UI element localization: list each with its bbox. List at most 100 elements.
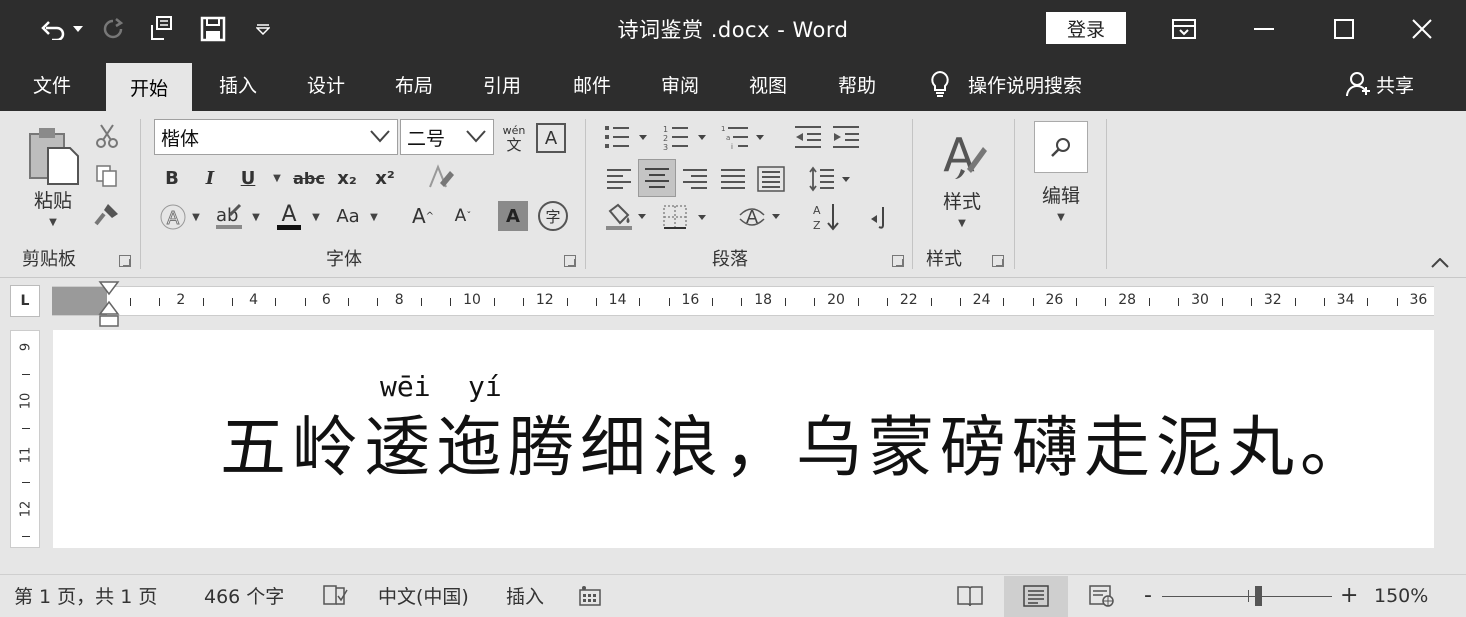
subscript-button[interactable]: x₂ — [332, 163, 362, 193]
zoom-out-button[interactable]: - — [1144, 574, 1152, 617]
pinyin-annotation: wēi — [380, 370, 431, 403]
web-layout-icon[interactable] — [1088, 574, 1116, 617]
underline-button[interactable]: U — [234, 163, 262, 193]
proofing-icon[interactable] — [322, 574, 348, 617]
highlight-icon[interactable]: ab — [212, 199, 246, 233]
editing-button[interactable]: 编辑 ▼ — [1032, 121, 1090, 237]
macro-record-icon[interactable] — [578, 574, 602, 617]
change-case-button[interactable]: Aa — [330, 199, 366, 233]
print-layout-icon[interactable] — [1022, 574, 1050, 617]
underline-dropdown-icon[interactable]: ▼ — [264, 163, 286, 193]
read-mode-icon[interactable] — [956, 574, 984, 617]
tell-me-search[interactable]: 操作说明搜索 — [930, 57, 1082, 111]
align-center-icon[interactable] — [638, 159, 676, 197]
ruler-number: 34 — [1336, 292, 1355, 308]
minimize-icon[interactable] — [1244, 12, 1284, 46]
tab-home[interactable]: 开始 — [106, 63, 192, 111]
tab-view[interactable]: 视图 — [726, 57, 810, 111]
collapse-ribbon-icon[interactable] — [1426, 251, 1454, 275]
font-name-combo[interactable]: 楷体 — [154, 119, 398, 155]
maximize-icon[interactable] — [1324, 12, 1364, 46]
ruler-tick — [1178, 298, 1180, 306]
show-formatting-marks-icon[interactable] — [864, 201, 894, 233]
tab-review[interactable]: 审阅 — [638, 57, 722, 111]
styles-button[interactable]: A 样式 ▼ — [930, 121, 994, 237]
share-button[interactable]: 共享 — [1346, 57, 1414, 111]
phonetic-guide-button[interactable]: wén 文 — [498, 121, 530, 155]
sort-icon[interactable]: AZ — [808, 199, 844, 235]
insert-mode-status[interactable]: 插入 — [506, 574, 544, 617]
font-color-icon[interactable]: A — [272, 199, 306, 233]
distributed-icon[interactable] — [754, 161, 788, 197]
ruler-tick — [1032, 298, 1034, 306]
styles-launcher-icon[interactable] — [992, 255, 1004, 267]
tab-insert[interactable]: 插入 — [196, 57, 280, 111]
ruler-tick — [1367, 298, 1369, 306]
ruler-tick — [1105, 298, 1107, 306]
ruler-tick — [158, 298, 160, 306]
tab-help[interactable]: 帮助 — [815, 57, 899, 111]
copy-icon[interactable] — [92, 161, 122, 191]
page-info[interactable]: 第 1 页，共 1 页 — [14, 574, 157, 617]
language-status[interactable]: 中文(中国) — [378, 574, 469, 617]
superscript-button[interactable]: x² — [370, 163, 400, 193]
highlight-dropdown-icon[interactable]: ▼ — [248, 201, 264, 233]
font-size-combo[interactable]: 二号 — [400, 119, 494, 155]
increase-indent-icon[interactable] — [830, 121, 862, 153]
decrease-indent-icon[interactable] — [792, 121, 824, 153]
document-text[interactable]: 五岭逶迤腾细浪，乌蒙磅礴走泥丸。 — [220, 408, 1372, 488]
vertical-ruler[interactable]: 9 10 11 12 — [10, 330, 40, 548]
clipboard-launcher-icon[interactable] — [119, 255, 131, 267]
shrink-font-button[interactable]: Aˇ — [448, 199, 478, 233]
clear-formatting-icon[interactable] — [424, 161, 456, 193]
tab-design[interactable]: 设计 — [284, 57, 368, 111]
text-effects-icon[interactable]: A — [158, 201, 188, 233]
bullets-icon[interactable] — [602, 121, 654, 153]
align-left-icon[interactable] — [602, 161, 636, 197]
tab-references[interactable]: 引用 — [460, 57, 544, 111]
bold-button[interactable]: B — [158, 163, 186, 193]
change-case-dropdown-icon[interactable]: ▼ — [366, 201, 382, 233]
zoom-slider-thumb[interactable] — [1254, 586, 1262, 606]
align-right-icon[interactable] — [678, 161, 712, 197]
tab-file[interactable]: 文件 — [10, 57, 94, 111]
grow-font-button[interactable]: A ^ — [408, 199, 438, 233]
char-border-button[interactable]: A — [536, 123, 566, 153]
vertical-ruler-number: 11 — [18, 446, 34, 464]
char-shading-button[interactable]: A — [498, 201, 528, 231]
login-button[interactable]: 登录 — [1046, 12, 1126, 44]
text-effects-dropdown-icon[interactable]: ▼ — [188, 201, 204, 233]
font-launcher-icon[interactable] — [564, 255, 576, 267]
justify-icon[interactable] — [716, 161, 750, 197]
zoom-in-button[interactable]: + — [1340, 574, 1358, 617]
font-color-dropdown-icon[interactable]: ▼ — [308, 201, 324, 233]
tab-selector-button[interactable]: L — [10, 285, 40, 317]
italic-button[interactable]: I — [196, 163, 224, 193]
enclose-char-button[interactable]: 字 — [538, 201, 568, 231]
strikethrough-button[interactable]: abc — [290, 163, 328, 193]
format-painter-icon[interactable] — [92, 199, 122, 229]
ribbon-display-options-icon[interactable] — [1164, 12, 1204, 46]
svg-text:2: 2 — [663, 134, 668, 143]
indent-markers-icon[interactable] — [98, 280, 120, 330]
shading-icon[interactable] — [602, 201, 652, 233]
svg-text:A: A — [281, 202, 296, 227]
asian-layout-icon[interactable]: A — [736, 201, 786, 233]
zoom-level[interactable]: 150% — [1374, 574, 1428, 617]
ruler-number: 8 — [394, 292, 404, 308]
ruler-tick — [741, 298, 743, 306]
paragraph-launcher-icon[interactable] — [892, 255, 904, 267]
zoom-slider[interactable] — [1162, 596, 1332, 597]
lightbulb-icon — [930, 70, 950, 98]
borders-icon[interactable] — [660, 201, 714, 233]
numbering-icon[interactable]: 123 — [660, 121, 714, 153]
tab-layout[interactable]: 布局 — [372, 57, 456, 111]
cut-icon[interactable] — [92, 121, 122, 151]
word-count[interactable]: 466 个字 — [204, 574, 284, 617]
horizontal-ruler[interactable]: 2 4 6 8 10 12 14 16 18 20 22 24 26 28 30 32 34 36 — [52, 286, 1434, 316]
close-icon[interactable] — [1402, 12, 1442, 46]
paste-button[interactable]: 粘贴 ▼ — [24, 121, 82, 233]
line-spacing-icon[interactable] — [806, 161, 856, 197]
multilevel-list-icon[interactable]: 1ai — [718, 121, 772, 153]
tab-mailings[interactable]: 邮件 — [550, 57, 634, 111]
